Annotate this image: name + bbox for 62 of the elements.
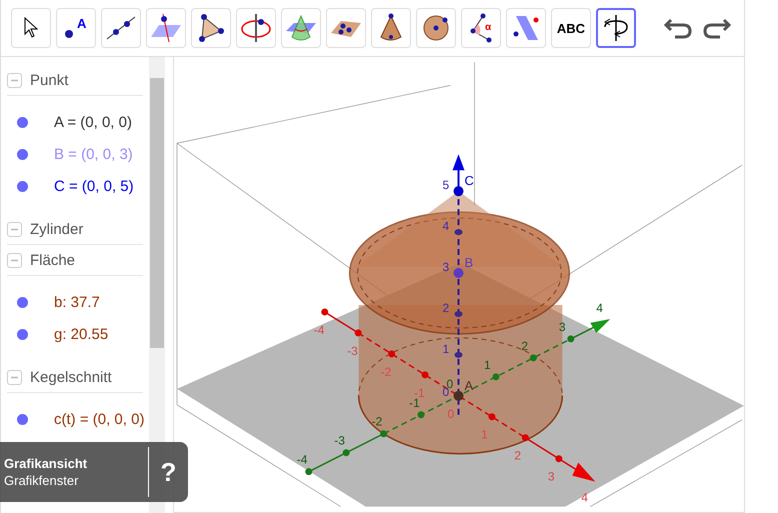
triangle-icon [196,13,226,43]
tick-label: 0 [448,406,454,421]
collapse-toggle[interactable] [7,370,22,384]
tick-label: 3 [558,320,566,334]
help-button[interactable]: ? [148,447,188,497]
point-marker[interactable] [454,186,464,196]
point-label: A [464,378,474,393]
group-title: Zylinder [30,220,84,238]
visibility-toggle[interactable] [17,328,28,340]
collapse-toggle[interactable] [7,252,22,268]
tick-label: -3 [334,434,345,448]
point-marker[interactable] [454,268,464,278]
tool-button[interactable]: ABC [551,8,591,48]
point-marker[interactable] [454,390,464,401]
object-definition[interactable]: C = (0, 0, 5) [54,178,134,194]
visibility-toggle[interactable] [17,296,28,308]
scrollbar-thumb[interactable] [150,78,164,348]
tick-label: 2 [442,300,450,315]
collapse-toggle[interactable] [7,72,22,88]
tick-label: 4 [581,490,588,505]
visibility-toggle[interactable] [17,148,28,160]
tool-button[interactable] [596,8,636,48]
tooltip-title: Grafikansicht [4,456,88,471]
pointer-icon [23,17,39,39]
tick-label: -2 [372,414,382,429]
visibility-toggle[interactable] [17,180,28,192]
tick-label: 2 [514,448,522,463]
tick-label: 1 [442,342,450,356]
group-title: Fläche [30,252,76,268]
point-label: B [464,255,474,270]
tick-label: 2 [521,338,528,353]
tick-label: 5 [442,178,450,192]
object-definition[interactable]: b: 37.7 [54,294,100,310]
group-title: Kegelschnitt [30,368,112,386]
redo-icon [702,16,732,40]
plane-line-icon [149,13,183,43]
tooltip-subtitle: Grafikfenster [4,473,80,488]
object-definition[interactable]: g: 20.55 [54,326,108,342]
cone-plane-icon [284,13,318,43]
visibility-toggle[interactable] [17,116,28,128]
circle-axis-icon [239,13,273,43]
tick-label: 1 [480,428,488,442]
group-title: Punkt [30,72,68,88]
tick-label: -4 [296,452,308,467]
tick-label: 4 [442,219,450,234]
tick-label: -3 [347,344,358,358]
graphics-view[interactable]: -4 -3 -2 -1 0 1 2 3 4 -4 -3 -2 -1 0 1 2 3 4 5 4 3 2 1 0 C B A [174,57,745,513]
visibility-toggle[interactable] [17,414,28,424]
sphere-icon [421,13,451,43]
tick-label: 1 [484,358,491,372]
point-label: C [464,173,474,188]
tick-label: 4 [596,300,603,315]
tick-label: 3 [548,470,555,484]
undo-icon [663,16,693,40]
object-definition[interactable]: A = (0, 0, 0) [54,114,132,130]
tick-label: -2 [380,364,392,379]
tick-label: -4 [314,322,324,337]
tool-button[interactable]: A [56,8,96,48]
collapse-toggle[interactable] [7,222,22,236]
line-icon [105,15,137,41]
object-definition[interactable]: c(t) = (0, 0, 0) [54,410,144,428]
tick-label: 3 [442,260,450,274]
